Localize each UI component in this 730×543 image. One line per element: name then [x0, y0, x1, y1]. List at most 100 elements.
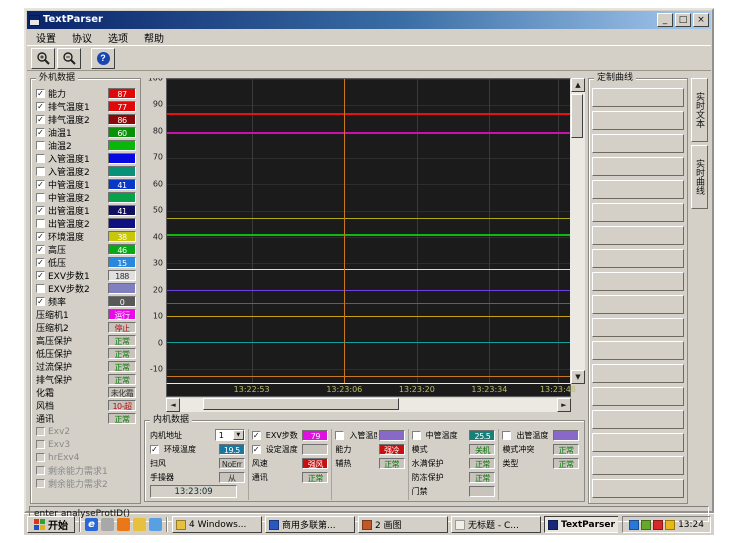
checkbox[interactable]: ✓ [36, 128, 45, 137]
scroll-down-button[interactable]: ▼ [571, 370, 585, 384]
checkbox[interactable] [412, 431, 421, 440]
x-tick-label: 13:22:53 [234, 385, 270, 394]
menu-protocol[interactable]: 协议 [64, 29, 100, 46]
checkbox[interactable]: ✓ [36, 271, 45, 280]
help-button[interactable]: ? [91, 48, 115, 69]
ime-icon[interactable] [653, 520, 663, 530]
antivirus-icon[interactable] [665, 520, 675, 530]
scroll-up-button[interactable]: ▲ [571, 78, 585, 92]
curve-slot[interactable] [592, 341, 684, 360]
checkbox[interactable] [36, 193, 45, 202]
checkbox[interactable] [36, 427, 45, 436]
checkbox[interactable] [36, 284, 45, 293]
v-gridline [489, 79, 490, 383]
curve-slot[interactable] [592, 433, 684, 452]
chart-area: 1009080706050403020100-10 13:22:5313:23:… [144, 78, 585, 504]
ie-icon[interactable]: e [85, 518, 98, 531]
taskbar-task[interactable]: 无标题 - C... [451, 516, 541, 533]
checkbox[interactable]: ✓ [36, 232, 45, 241]
title-bar[interactable]: TextParser _ □ × [27, 11, 711, 29]
outdoor-row: 油温2 [32, 139, 139, 152]
checkbox[interactable]: ✓ [36, 258, 45, 267]
checkbox[interactable]: ✓ [150, 445, 159, 454]
checkbox[interactable]: ✓ [36, 102, 45, 111]
dropdown-arrow-icon[interactable]: ▼ [233, 430, 244, 440]
show-desktop-icon[interactable] [101, 518, 114, 531]
menu-help[interactable]: 帮助 [136, 29, 172, 46]
h-scroll-track[interactable] [180, 398, 557, 412]
v-scroll-thumb[interactable] [571, 94, 583, 138]
plot[interactable] [166, 78, 571, 384]
checkbox[interactable] [36, 141, 45, 150]
tab-realtime-curve[interactable]: 实时曲线 [691, 145, 708, 209]
media-player-icon[interactable] [117, 518, 130, 531]
address-select[interactable]: 1▼ [215, 429, 245, 441]
close-button[interactable]: × [693, 13, 709, 27]
curve-slot[interactable] [592, 134, 684, 153]
checkbox[interactable]: ✓ [252, 445, 261, 454]
curve-slot[interactable] [592, 226, 684, 245]
checkbox[interactable] [36, 466, 45, 475]
curve-slot[interactable] [592, 364, 684, 383]
volume-icon[interactable] [641, 520, 651, 530]
start-button[interactable]: 开始 [27, 516, 75, 533]
curve-slot[interactable] [592, 410, 684, 429]
menu-settings[interactable]: 设置 [28, 29, 64, 46]
folder-icon[interactable] [133, 518, 146, 531]
maximize-button[interactable]: □ [675, 13, 691, 27]
indoor-label: 辅热 [335, 458, 351, 469]
checkbox[interactable] [502, 431, 511, 440]
value-badge [108, 153, 136, 164]
checkbox[interactable]: ✓ [252, 431, 261, 440]
checkbox[interactable] [36, 219, 45, 228]
indoor-badge: 强风 [302, 458, 328, 469]
checkbox[interactable]: ✓ [36, 115, 45, 124]
curve-slot[interactable] [592, 88, 684, 107]
checkbox[interactable]: ✓ [36, 245, 45, 254]
checkbox[interactable] [36, 453, 45, 462]
v-scroll-track[interactable] [571, 92, 585, 370]
curve-slot[interactable] [592, 318, 684, 337]
zoom-out-button[interactable] [57, 48, 81, 69]
checkbox[interactable]: ✓ [36, 297, 45, 306]
outdoor-row: ✓中管温度141 [32, 178, 139, 191]
vertical-scrollbar[interactable]: ▲ ▼ [571, 78, 585, 384]
tab-realtime-text[interactable]: 实时文本 [691, 78, 708, 142]
checkbox[interactable] [36, 167, 45, 176]
curve-slot[interactable] [592, 180, 684, 199]
checkbox[interactable] [36, 479, 45, 488]
indoor-label: 出管温度 [516, 430, 548, 441]
indoor-row: 入管温度 [335, 429, 404, 441]
taskbar-task[interactable]: 4 Windows... [172, 516, 262, 533]
curve-slot[interactable] [592, 456, 684, 475]
zoom-in-button[interactable] [31, 48, 55, 69]
checkbox[interactable]: ✓ [36, 89, 45, 98]
curve-slot[interactable] [592, 249, 684, 268]
horizontal-scrollbar[interactable]: ◄ ► [166, 398, 571, 412]
taskbar-task[interactable]: TextParser [544, 516, 618, 533]
taskbar-task[interactable]: 2 画图 [358, 516, 448, 533]
curve-slot[interactable] [592, 157, 684, 176]
network-icon[interactable] [629, 520, 639, 530]
curve-slot[interactable] [592, 203, 684, 222]
h-scroll-thumb[interactable] [203, 398, 399, 410]
mail-icon[interactable] [149, 518, 162, 531]
curve-slot[interactable] [592, 479, 684, 498]
y-tick-label: 40 [153, 232, 163, 241]
scroll-left-button[interactable]: ◄ [166, 398, 180, 412]
curve-slot[interactable] [592, 295, 684, 314]
minimize-button[interactable]: _ [657, 13, 673, 27]
curve-slot[interactable] [592, 387, 684, 406]
curve-slot[interactable] [592, 272, 684, 291]
checkbox[interactable] [36, 440, 45, 449]
checkbox[interactable]: ✓ [36, 180, 45, 189]
scroll-right-button[interactable]: ► [557, 398, 571, 412]
indoor-badge [469, 486, 495, 497]
taskbar-task[interactable]: 商用多联第... [265, 516, 355, 533]
menu-options[interactable]: 选项 [100, 29, 136, 46]
checkbox[interactable] [335, 431, 344, 440]
chart-cursor[interactable] [344, 79, 345, 383]
checkbox[interactable] [36, 154, 45, 163]
curve-slot[interactable] [592, 111, 684, 130]
checkbox[interactable]: ✓ [36, 206, 45, 215]
